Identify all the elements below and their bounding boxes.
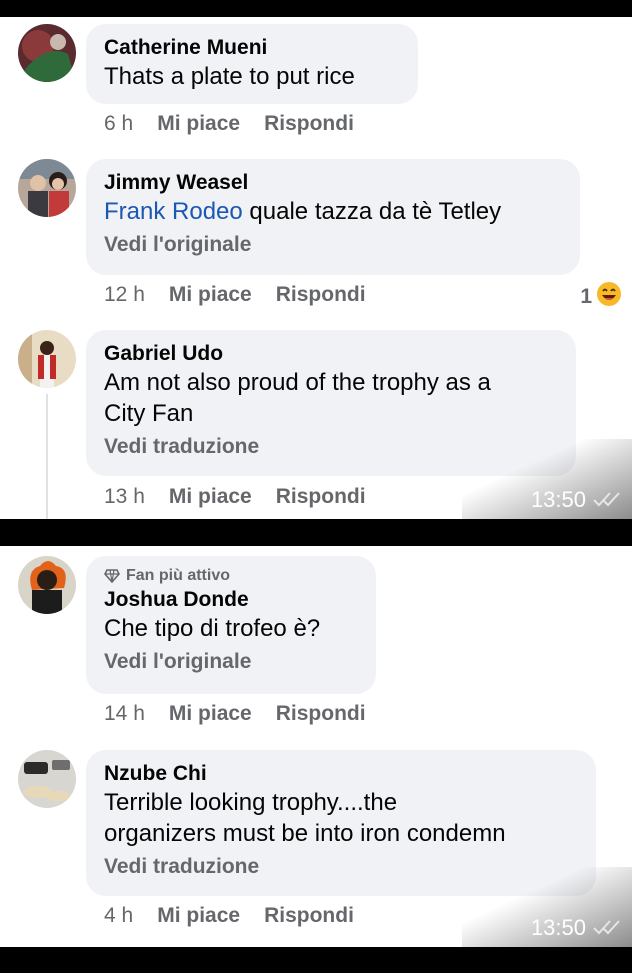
- reply-button[interactable]: Rispondi: [264, 112, 354, 136]
- message-timestamp: 13:50: [462, 867, 632, 947]
- like-button[interactable]: Mi piace: [169, 283, 252, 307]
- double-check-icon: [592, 918, 622, 941]
- comment-text: Thats a plate to put rice: [104, 63, 355, 90]
- avatar[interactable]: [18, 24, 76, 82]
- like-button[interactable]: Mi piace: [157, 112, 240, 136]
- comments-screenshot-bottom: Fan più attivo Joshua Donde Che tipo di …: [0, 546, 632, 947]
- author-name[interactable]: Catherine Mueni: [104, 34, 400, 61]
- author-name[interactable]: Nzube Chi: [104, 760, 578, 787]
- message-timestamp: 13:50: [462, 439, 632, 519]
- reply-button[interactable]: Rispondi: [264, 904, 354, 928]
- comment-time[interactable]: 6 h: [104, 112, 133, 136]
- comment-time[interactable]: 4 h: [104, 904, 133, 928]
- comment-text: Frank Rodeo quale tazza da tè Tetley: [104, 196, 562, 227]
- comment-actions: 14 h Mi piace Rispondi: [104, 702, 366, 726]
- comment-time[interactable]: 12 h: [104, 283, 145, 307]
- comment-text-line2: organizers must be into iron condemn: [104, 820, 506, 847]
- comment-time[interactable]: 13 h: [104, 485, 145, 509]
- see-original-link[interactable]: Vedi l'originale: [104, 230, 562, 260]
- comment-text: Che tipo di trofeo è?: [104, 615, 321, 642]
- avatar[interactable]: [18, 750, 76, 808]
- like-button[interactable]: Mi piace: [169, 702, 252, 726]
- comment-text-line1: Am not also proud of the trophy as a: [104, 369, 491, 396]
- comment-bubble: Jimmy Weasel Frank Rodeo quale tazza da …: [86, 159, 580, 275]
- timestamp-text: 13:50: [530, 487, 586, 512]
- badge-label: Fan più attivo: [126, 567, 230, 584]
- comment-text-line1: Terrible looking trophy....the: [104, 789, 398, 816]
- avatar[interactable]: [18, 159, 76, 217]
- comment-actions: 6 h Mi piace Rispondi: [104, 112, 354, 136]
- reply-button[interactable]: Rispondi: [276, 702, 366, 726]
- double-check-icon: [592, 490, 622, 513]
- author-name[interactable]: Joshua Donde: [104, 586, 358, 613]
- comment-bubble: Fan più attivo Joshua Donde Che tipo di …: [86, 556, 376, 694]
- diamond-icon: [104, 569, 120, 583]
- author-name[interactable]: Gabriel Udo: [104, 340, 558, 367]
- author-name[interactable]: Jimmy Weasel: [104, 169, 562, 196]
- comment-time[interactable]: 14 h: [104, 702, 145, 726]
- reaction-count: 1: [580, 285, 592, 308]
- mention-link[interactable]: Frank Rodeo: [104, 198, 243, 225]
- thread-line: [46, 394, 48, 519]
- avatar[interactable]: [18, 330, 76, 388]
- like-button[interactable]: Mi piace: [169, 485, 252, 509]
- laughing-emoji-icon: [596, 281, 622, 313]
- reply-button[interactable]: Rispondi: [276, 485, 366, 509]
- timestamp-text: 13:50: [530, 915, 586, 940]
- comment-bubble: Catherine Mueni Thats a plate to put ric…: [86, 24, 418, 104]
- reaction-summary[interactable]: 1: [580, 281, 622, 313]
- avatar[interactable]: [18, 556, 76, 614]
- comments-screenshot-top: Catherine Mueni Thats a plate to put ric…: [0, 17, 632, 519]
- comment-text-body: quale tazza da tè Tetley: [249, 198, 502, 225]
- comment-text-line2: City Fan: [104, 400, 194, 427]
- comment-actions: 13 h Mi piace Rispondi: [104, 485, 366, 509]
- reply-button[interactable]: Rispondi: [276, 283, 366, 307]
- see-original-link[interactable]: Vedi l'originale: [104, 647, 358, 677]
- comment-actions: 4 h Mi piace Rispondi: [104, 904, 354, 928]
- top-fan-badge: Fan più attivo: [104, 566, 358, 586]
- comment-actions: 12 h Mi piace Rispondi: [104, 283, 366, 307]
- like-button[interactable]: Mi piace: [157, 904, 240, 928]
